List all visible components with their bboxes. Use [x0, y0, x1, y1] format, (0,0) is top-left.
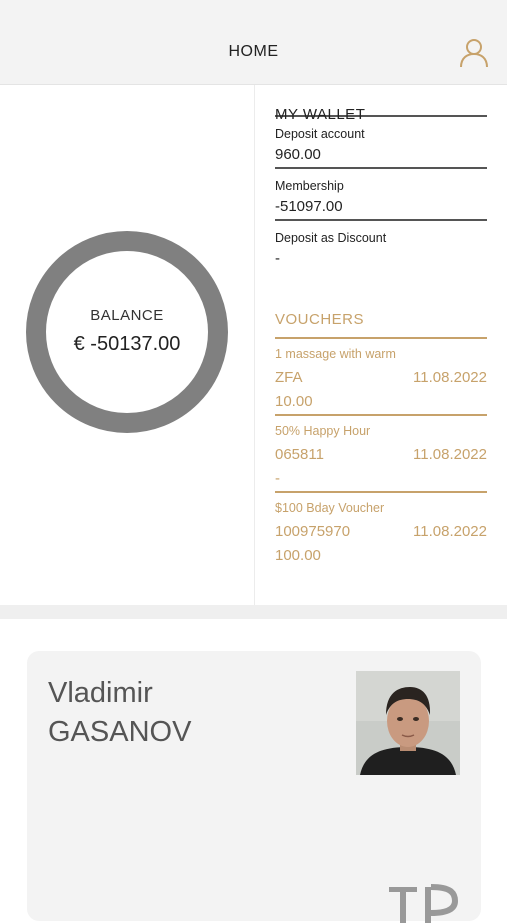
voucher-date: 11.08.2022 [413, 369, 487, 386]
wallet-details: MY WALLET Deposit account 960.00 Members… [275, 85, 487, 570]
user-icon[interactable] [458, 36, 490, 68]
wallet-item-label: Deposit account [275, 127, 365, 141]
wallet-item-value: 960.00 [275, 146, 321, 163]
wallet-item-value: -51097.00 [275, 198, 343, 215]
membership-card-area: Vladimir GASANOV [0, 619, 507, 923]
voucher-code: ZFA [275, 369, 303, 386]
wallet-item-membership[interactable]: Membership -51097.00 [275, 169, 487, 221]
my-wallet-title: MY WALLET [275, 106, 366, 123]
voucher-amount: 10.00 [275, 393, 313, 410]
member-photo [356, 671, 460, 775]
column-divider [254, 85, 255, 605]
voucher-item[interactable]: 50% Happy Hour 065811 11.08.2022 - [275, 416, 487, 493]
member-first-name: Vladimir [48, 677, 153, 709]
wallet-item-deposit-as-discount[interactable]: Deposit as Discount - [275, 221, 487, 273]
page-title: HOME [228, 43, 279, 60]
voucher-item[interactable]: 1 massage with warm ZFA 11.08.2022 10.00 [275, 339, 487, 416]
wallet-section: BALANCE € -50137.00 MY WALLET Deposit ac… [0, 85, 507, 605]
voucher-amount: 100.00 [275, 547, 321, 564]
voucher-date: 11.08.2022 [413, 446, 487, 463]
balance-label: BALANCE [90, 307, 164, 324]
wallet-item-value: - [275, 250, 280, 267]
voucher-date: 11.08.2022 [413, 523, 487, 540]
voucher-item[interactable]: $100 Bday Voucher 100975970 11.08.2022 1… [275, 493, 487, 570]
top-navigation-bar: HOME [0, 0, 507, 85]
wallet-item-deposit-account[interactable]: Deposit account 960.00 [275, 117, 487, 169]
wallet-item-label: Deposit as Discount [275, 231, 387, 245]
membership-card[interactable]: Vladimir GASANOV [27, 651, 481, 923]
wallet-item-label: Membership [275, 179, 344, 193]
voucher-code: 065811 [275, 446, 324, 463]
voucher-name: $100 Bday Voucher [275, 501, 385, 515]
voucher-code: 100975970 [275, 523, 351, 540]
brand-logo [387, 883, 459, 923]
vouchers-title: VOUCHERS [275, 311, 365, 328]
voucher-amount: - [275, 470, 280, 487]
voucher-name: 50% Happy Hour [275, 424, 371, 438]
balance-amount: € -50137.00 [73, 333, 181, 355]
voucher-name: 1 massage with warm [275, 347, 396, 361]
section-separator [0, 605, 507, 619]
balance-ring: BALANCE € -50137.00 [26, 231, 228, 433]
member-last-name: GASANOV [48, 716, 192, 748]
